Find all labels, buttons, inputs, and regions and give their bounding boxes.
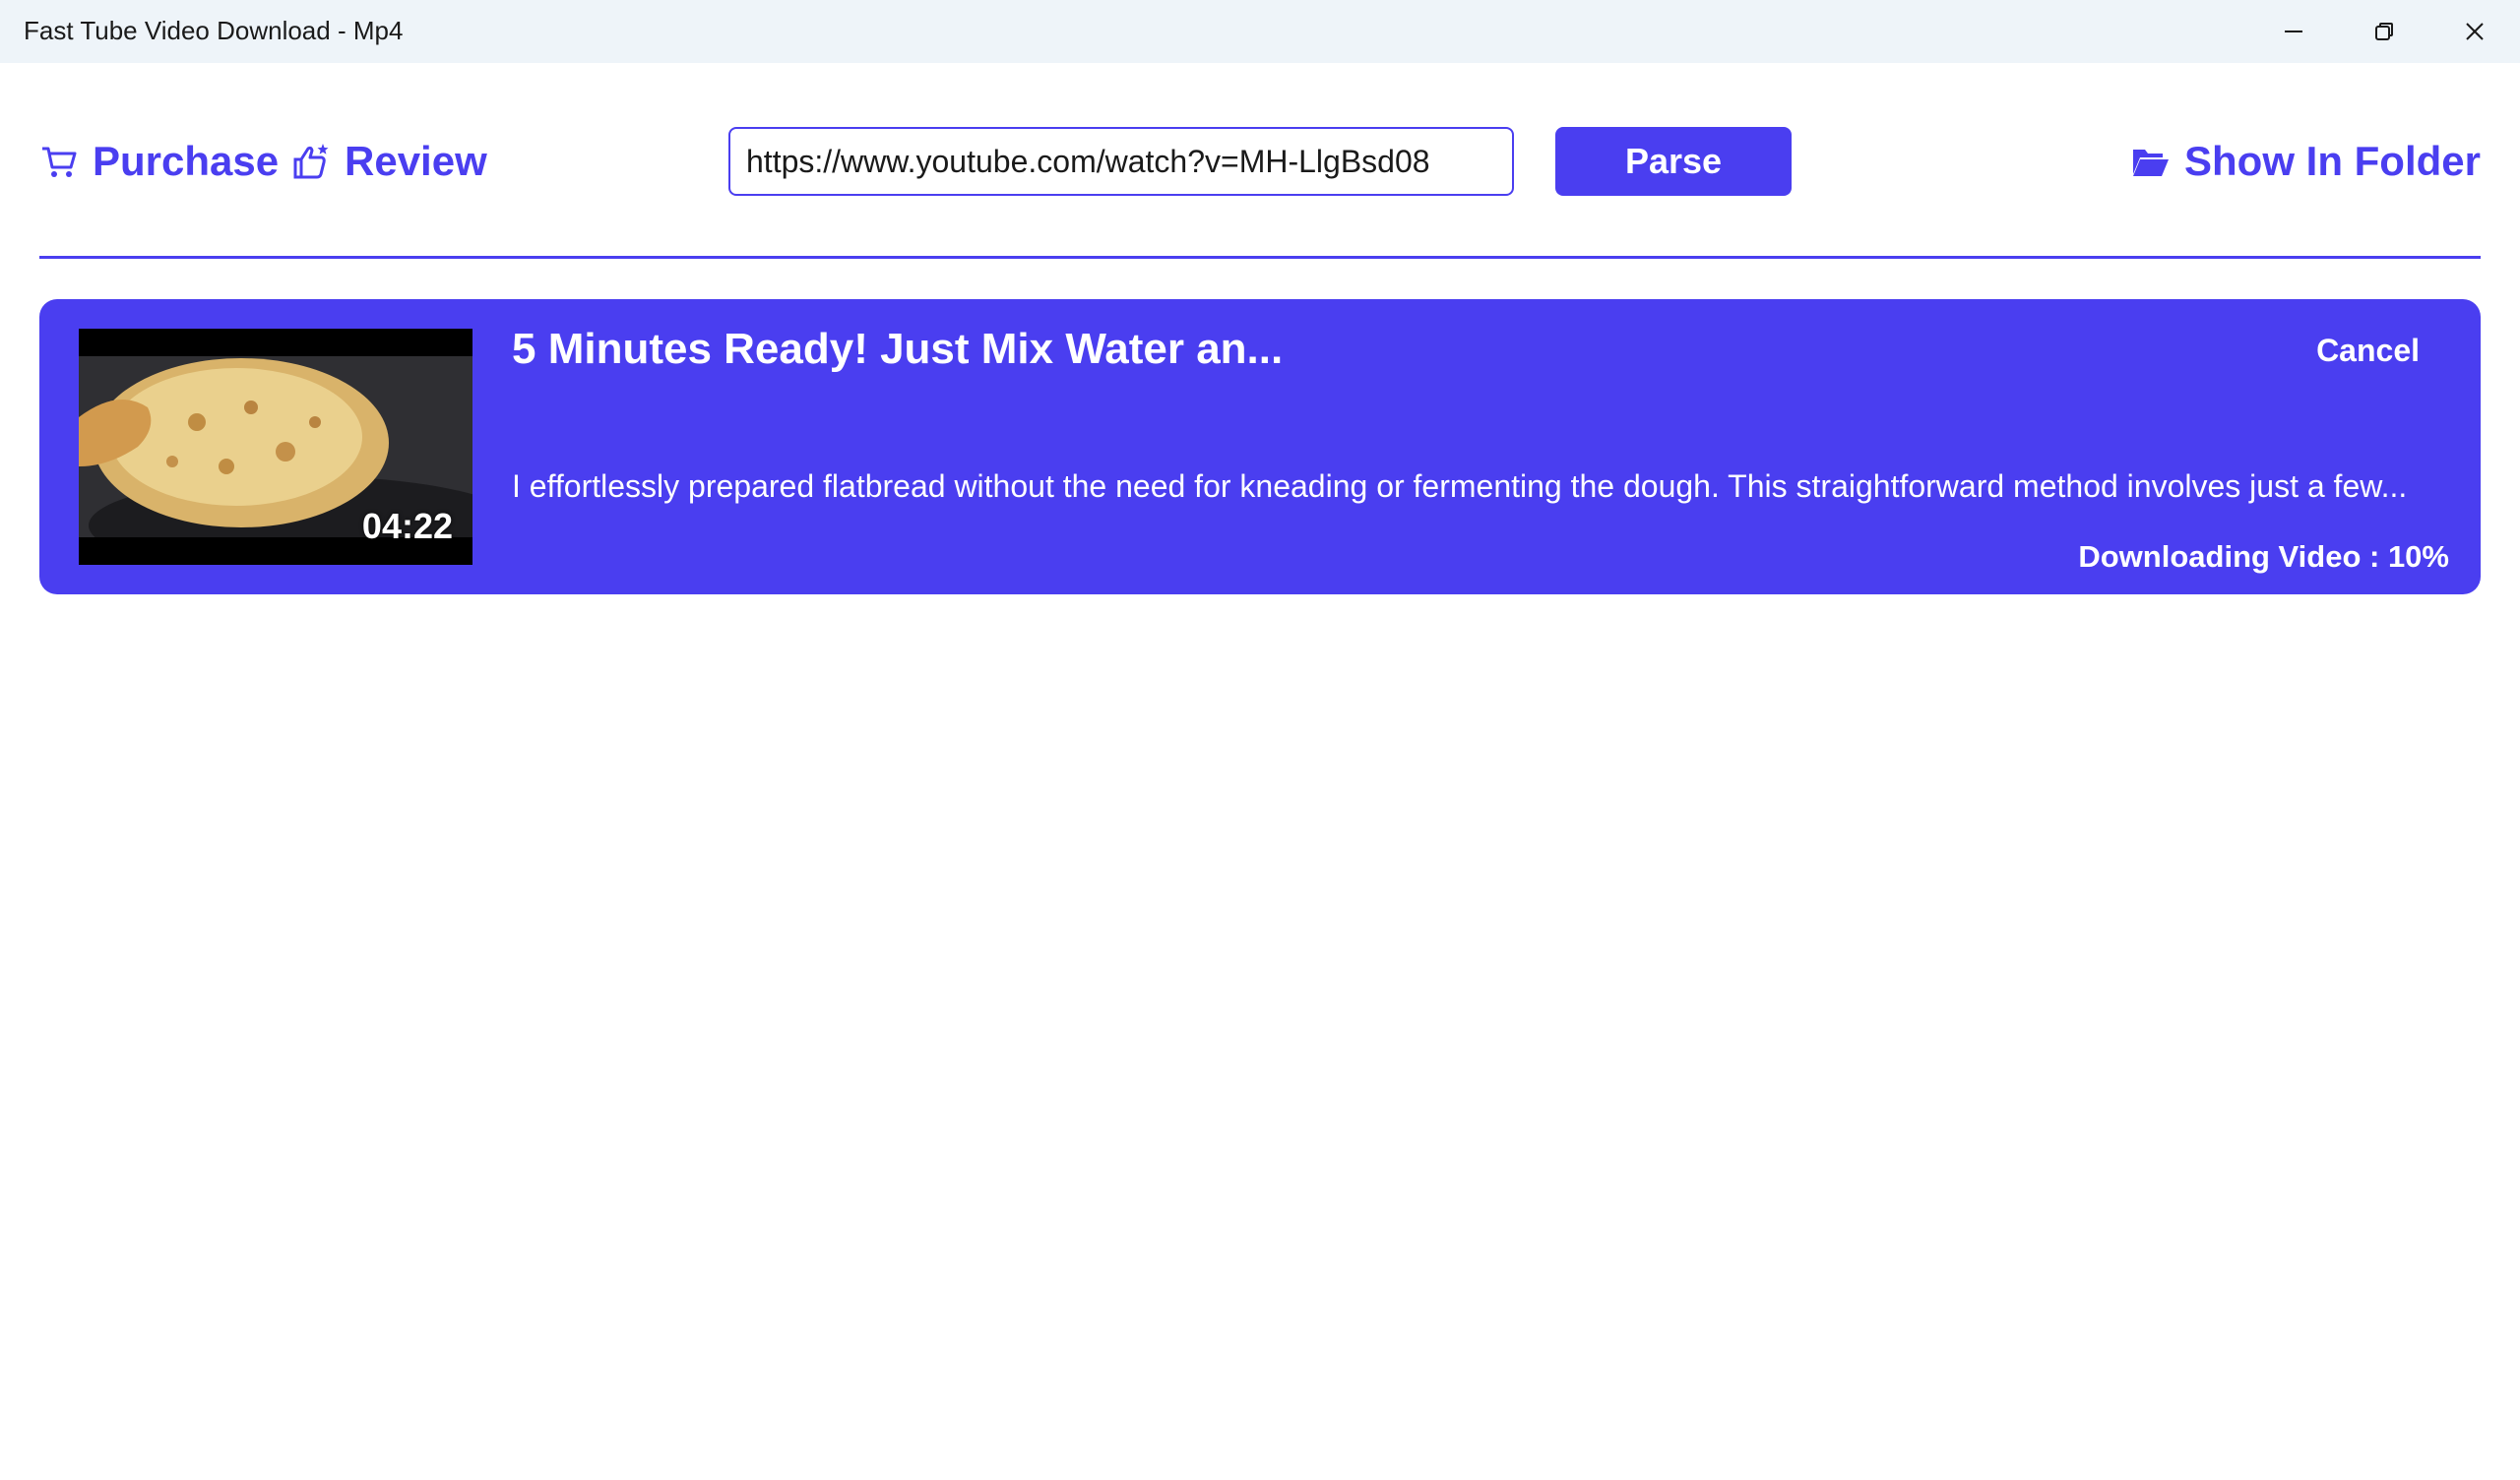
purchase-link[interactable]: Purchase — [39, 132, 279, 191]
show-in-folder-link[interactable]: Show In Folder — [2131, 132, 2481, 191]
cancel-button[interactable]: Cancel — [2316, 333, 2420, 369]
video-description: I effortlessly prepared flatbread withou… — [512, 468, 2408, 504]
video-duration: 04:22 — [361, 506, 453, 546]
show-in-folder-label: Show In Folder — [2184, 138, 2481, 184]
window-title: Fast Tube Video Download - Mp4 — [24, 16, 404, 45]
header-divider — [39, 256, 2481, 259]
review-link[interactable]: Review — [291, 132, 487, 191]
close-button[interactable] — [2429, 0, 2520, 63]
restore-icon — [2375, 23, 2393, 40]
video-thumbnail[interactable]: 04:22 — [79, 329, 472, 565]
url-input[interactable] — [728, 127, 1514, 196]
download-status: Downloading Video : 10% — [2078, 539, 2449, 574]
review-label: Review — [345, 138, 487, 184]
parse-button[interactable]: Parse — [1555, 127, 1792, 196]
purchase-label: Purchase — [93, 138, 280, 184]
download-item-card: 04:22 5 Minutes Ready! Just Mix Water an… — [39, 299, 2481, 594]
minimize-icon — [2285, 31, 2302, 32]
cart-icon — [42, 147, 77, 177]
video-title: 5 Minutes Ready! Just Mix Water an... — [512, 325, 1284, 373]
maximize-button[interactable] — [2339, 0, 2429, 63]
thumbs-up-icon — [293, 144, 329, 179]
folder-open-icon — [2133, 150, 2169, 176]
close-icon — [2466, 23, 2484, 40]
minimize-button[interactable] — [2248, 0, 2339, 63]
title-bar: Fast Tube Video Download - Mp4 — [0, 0, 2520, 63]
